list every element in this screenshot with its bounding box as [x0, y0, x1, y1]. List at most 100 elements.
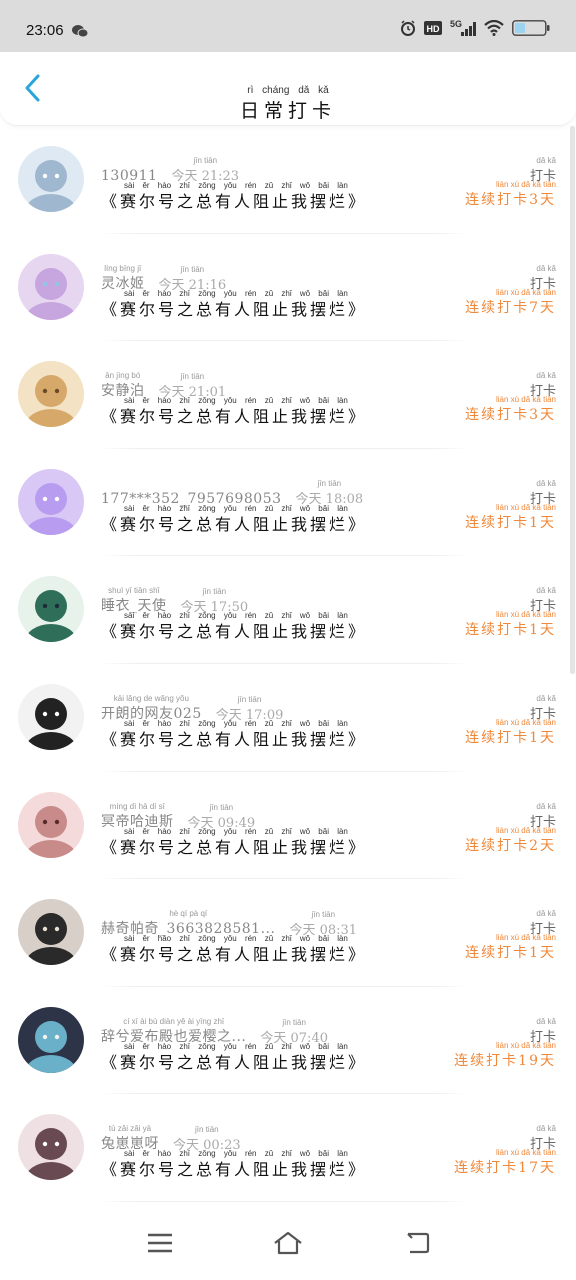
clockin-pinyin: dǎ kǎ	[536, 1016, 556, 1026]
avatar[interactable]	[18, 253, 84, 320]
row-divider	[100, 1200, 470, 1202]
username-pinyin: líng bīng jī	[104, 263, 142, 273]
page-title-pinyin: rì cháng dǎ kǎ	[247, 85, 329, 96]
home-icon	[273, 1231, 303, 1259]
username-pinyin: míng dì hā dí sī	[109, 801, 165, 811]
avatar[interactable]	[18, 683, 84, 750]
today-pinyin: jīn tiān	[209, 802, 234, 812]
plan-title: 《赛尔号之总有人阻止我摆烂》	[101, 514, 368, 534]
avatar[interactable]	[18, 146, 84, 212]
username-pinyin: ān jìng bó	[105, 371, 141, 381]
home-button[interactable]	[268, 1228, 308, 1262]
today-pinyin: jīn tiān	[237, 694, 262, 704]
battery-icon	[512, 20, 550, 40]
scrollbar[interactable]	[570, 126, 575, 674]
streak-pinyin: lián xù dǎ kǎ tiān	[495, 395, 556, 405]
streak-wrap: lián xù dǎ kǎ tiān 连续打卡3天	[465, 395, 556, 424]
checkin-row[interactable]: ān jìng bó 安静泊 jīn tiān 今天 21:01 sài ěr …	[0, 341, 570, 449]
streak-wrap: lián xù dǎ kǎ tiān 连续打卡7天	[465, 288, 556, 317]
avatar[interactable]	[18, 576, 84, 643]
streak-wrap: lián xù dǎ kǎ tiān 连续打卡1天	[465, 718, 556, 747]
today-pinyin: jīn tiān	[193, 156, 218, 165]
checkin-row[interactable]: tù zǎi zǎi yā 兔崽崽呀 jīn tiān 今天 00:23 sài…	[0, 1094, 570, 1202]
system-navbar	[0, 1210, 576, 1280]
today-pinyin: jīn tiān	[317, 478, 342, 488]
streak-label: 连续打卡3天	[465, 192, 556, 208]
streak-pinyin: lián xù dǎ kǎ tiān	[495, 825, 556, 835]
back-nav-button[interactable]	[396, 1228, 436, 1262]
5g-signal-icon: 5G	[450, 19, 476, 41]
streak-label: 连续打卡7天	[465, 299, 556, 316]
clockin-pinyin: dǎ kǎ	[536, 586, 556, 596]
clockin-pinyin: dǎ kǎ	[536, 371, 556, 381]
checkin-row[interactable]: 130911 jīn tiān 今天 21:23 sài ěr hào zhī …	[0, 126, 570, 234]
today-pinyin: jīn tiān	[180, 372, 205, 382]
streak-wrap: lián xù dǎ kǎ tiān 连续打卡1天	[465, 503, 556, 532]
status-time: 23:06	[26, 22, 64, 39]
status-bar: 23:06 HD 5G	[0, 0, 576, 52]
page-title: 日常打卡	[239, 100, 336, 122]
streak-label: 连续打卡1天	[465, 622, 556, 639]
avatar[interactable]	[18, 1006, 84, 1073]
wifi-icon	[484, 19, 504, 40]
today-pinyin: jīn tiān	[202, 587, 227, 597]
header: rì cháng dǎ kǎ 日常打卡	[0, 52, 576, 126]
wechat-icon	[72, 23, 89, 38]
streak-label: 连续打卡19天	[454, 1052, 556, 1069]
clockin-pinyin: dǎ kǎ	[536, 478, 556, 488]
clockin-pinyin: dǎ kǎ	[536, 693, 556, 703]
streak-pinyin: lián xù dǎ kǎ tiān	[495, 180, 556, 189]
streak-pinyin: lián xù dǎ kǎ tiān	[495, 717, 556, 727]
name-line: 177***352_7957698053 jīn tiān 今天 18:08	[101, 479, 363, 507]
menu-icon	[147, 1233, 173, 1257]
checkin-row[interactable]: kāi lǎng de wǎng yǒu 开朗的网友025 jīn tiān 今…	[0, 664, 570, 772]
streak-label: 连续打卡1天	[465, 945, 556, 962]
hd-icon: HD	[424, 20, 442, 40]
checkin-list: 130911 jīn tiān 今天 21:23 sài ěr hào zhī …	[0, 126, 570, 1202]
streak-pinyin: lián xù dǎ kǎ tiān	[495, 610, 556, 620]
plan-title: 《赛尔号之总有人阻止我摆烂》	[101, 1052, 368, 1072]
plan-title: 《赛尔号之总有人阻止我摆烂》	[101, 837, 368, 857]
streak-label: 连续打卡2天	[465, 837, 556, 854]
menu-button[interactable]	[140, 1228, 180, 1262]
alarm-icon	[400, 20, 416, 40]
username-pinyin: shuì yī tiān shǐ	[108, 586, 160, 596]
avatar[interactable]	[18, 791, 84, 858]
checkin-row[interactable]: cí xī ài bù diàn yě ài yīng zhī 辞兮爱布殿也爱樱…	[0, 987, 570, 1095]
checkin-row[interactable]: míng dì hā dí sī 冥帝哈迪斯 jīn tiān 今天 09:49…	[0, 772, 570, 880]
avatar[interactable]	[18, 899, 84, 966]
name-line: 130911 jīn tiān 今天 21:23	[101, 156, 239, 184]
plan-title: 《赛尔号之总有人阻止我摆烂》	[101, 729, 368, 749]
today-pinyin: jīn tiān	[195, 1125, 219, 1135]
streak-label: 连续打卡3天	[465, 407, 556, 424]
streak-wrap: lián xù dǎ kǎ tiān 连续打卡3天	[465, 180, 556, 209]
username-pinyin: hè qí pà qí	[169, 909, 208, 919]
avatar[interactable]	[18, 468, 84, 535]
checkin-row[interactable]: shuì yī tiān shǐ 睡衣_天使 jīn tiān 今天 17:50…	[0, 556, 570, 664]
checkin-row[interactable]: 177***352_7957698053 jīn tiān 今天 18:08 s…	[0, 449, 570, 557]
username-pinyin: cí xī ài bù diàn yě ài yīng zhī	[123, 1016, 225, 1026]
streak-pinyin: lián xù dǎ kǎ tiān	[495, 287, 556, 297]
checkin-row[interactable]: líng bīng jī 灵冰姬 jīn tiān 今天 21:16 sài ě…	[0, 234, 570, 342]
clockin-pinyin: dǎ kǎ	[536, 909, 556, 919]
streak-wrap: lián xù dǎ kǎ tiān 连续打卡1天	[465, 933, 556, 962]
streak-wrap: lián xù dǎ kǎ tiān 连续打卡17天	[454, 1148, 556, 1177]
plan-title: 《赛尔号之总有人阻止我摆烂》	[101, 299, 368, 319]
plan-title: 《赛尔号之总有人阻止我摆烂》	[101, 407, 368, 427]
plan-title: 《赛尔号之总有人阻止我摆烂》	[101, 1160, 368, 1180]
page-title-wrap: rì cháng dǎ kǎ 日常打卡	[0, 78, 576, 123]
streak-label: 连续打卡1天	[465, 514, 556, 531]
clockin-pinyin: dǎ kǎ	[536, 801, 556, 811]
streak-wrap: lián xù dǎ kǎ tiān 连续打卡1天	[465, 610, 556, 639]
plan-title: 《赛尔号之总有人阻止我摆烂》	[101, 192, 368, 211]
streak-wrap: lián xù dǎ kǎ tiān 连续打卡19天	[454, 1041, 556, 1070]
avatar[interactable]	[18, 1114, 84, 1181]
checkin-row[interactable]: hè qí pà qí 赫奇帕奇_3663828581... jīn tiān …	[0, 879, 570, 987]
plan-title: 《赛尔号之总有人阻止我摆烂》	[101, 622, 368, 642]
streak-pinyin: lián xù dǎ kǎ tiān	[495, 1148, 556, 1158]
username-pinyin: kāi lǎng de wǎng yǒu	[113, 693, 189, 703]
avatar[interactable]	[18, 361, 84, 428]
streak-wrap: lián xù dǎ kǎ tiān 连续打卡2天	[465, 826, 556, 855]
streak-pinyin: lián xù dǎ kǎ tiān	[495, 1040, 556, 1050]
streak-label: 连续打卡17天	[454, 1160, 556, 1177]
